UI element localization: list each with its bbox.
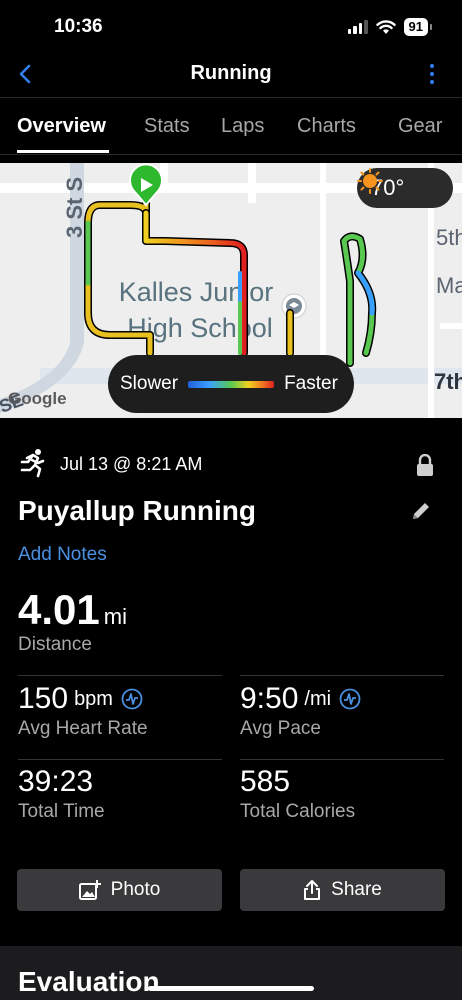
- activity-header: Jul 13 @ 8:21 AM: [18, 448, 438, 480]
- total-time-label: Total Time: [18, 801, 105, 822]
- photo-button-label: Photo: [110, 879, 161, 900]
- pace-color-scale: [188, 380, 275, 388]
- tab-gear[interactable]: Gear: [398, 115, 442, 138]
- heart-rate-chart-icon[interactable]: [121, 688, 143, 710]
- edit-pencil-icon[interactable]: [410, 500, 432, 522]
- wifi-icon: [375, 19, 396, 34]
- heart-rate-unit: bpm: [74, 687, 113, 710]
- divider: [240, 759, 444, 760]
- page-title: Running: [190, 62, 272, 84]
- legend-slower-label: Slower: [120, 373, 179, 394]
- divider: [18, 675, 222, 676]
- more-options-icon[interactable]: [430, 64, 434, 84]
- distance-value: 4.01 mi: [18, 586, 127, 634]
- street-label-ma: Ma: [436, 273, 462, 298]
- battery-indicator: 91: [403, 18, 433, 36]
- heart-rate-label: Avg Heart Rate: [18, 718, 148, 739]
- street-label-7th: 7th: [434, 369, 462, 394]
- pace-chart-icon[interactable]: [339, 688, 361, 710]
- total-calories-value: 585: [240, 765, 291, 798]
- add-notes-link[interactable]: Add Notes: [18, 544, 107, 566]
- activity-name: Puyallup Running: [18, 495, 256, 526]
- home-indicator[interactable]: [148, 986, 314, 991]
- status-time: 10:36: [54, 16, 103, 37]
- distance-number: 4.01: [18, 586, 100, 633]
- divider: [18, 759, 222, 760]
- street-label-3rd: 3 St S: [62, 177, 87, 238]
- tab-bar: Overview Stats Laps Charts Gear: [0, 99, 462, 155]
- tab-laps[interactable]: Laps: [221, 115, 264, 138]
- pace-legend: Slower Faster: [108, 355, 354, 413]
- status-indicators: 91: [347, 18, 433, 36]
- runner-icon: [20, 449, 45, 478]
- divider: [240, 675, 444, 676]
- evaluation-title: Evaluation: [18, 966, 160, 997]
- sun-icon: [357, 168, 383, 194]
- cellular-signal-icon: [347, 20, 368, 34]
- photo-button[interactable]: Photo: [17, 869, 222, 911]
- stat-pace: 9:50 /mi Avg Pace: [240, 682, 361, 740]
- total-calories-label: Total Calories: [240, 801, 356, 822]
- weather-badge: 70°: [357, 168, 453, 208]
- active-tab-indicator: [17, 150, 109, 153]
- school-label-line1: Kalles Junior: [119, 277, 274, 307]
- tab-overview[interactable]: Overview: [17, 115, 106, 138]
- status-bar: 10:36 91: [0, 0, 462, 52]
- distance-label: Distance: [18, 634, 92, 655]
- street-label-5th: 5th: [436, 225, 462, 250]
- tab-charts[interactable]: Charts: [297, 115, 356, 138]
- stat-heart-rate: 150 bpm Avg Heart Rate: [18, 682, 148, 740]
- route-map[interactable]: 3 St S 5th Ma 7th SE Kalles Junior High …: [0, 163, 462, 418]
- distance-unit: mi: [103, 604, 127, 629]
- total-time-value: 39:23: [18, 765, 94, 798]
- share-button-label: Share: [331, 879, 382, 900]
- add-photo-icon: [78, 880, 101, 900]
- google-attribution: Google: [8, 389, 67, 408]
- activity-date: Jul 13 @ 8:21 AM: [60, 454, 203, 474]
- pace-unit: /mi: [304, 687, 332, 710]
- stat-total-calories: 585 Total Calories: [240, 765, 355, 823]
- start-marker-icon: [129, 163, 163, 207]
- heart-rate-value: 150: [18, 682, 69, 715]
- nav-bar: Running: [0, 52, 462, 98]
- pace-label: Avg Pace: [240, 718, 321, 739]
- tab-stats[interactable]: Stats: [144, 115, 190, 138]
- lock-icon[interactable]: [416, 454, 434, 476]
- pace-value: 9:50: [240, 682, 299, 715]
- share-button[interactable]: Share: [240, 869, 445, 911]
- share-icon: [304, 880, 321, 900]
- evaluation-card[interactable]: Evaluation: [0, 946, 462, 1000]
- legend-faster-label: Faster: [284, 373, 338, 394]
- stat-total-time: 39:23 Total Time: [18, 765, 105, 823]
